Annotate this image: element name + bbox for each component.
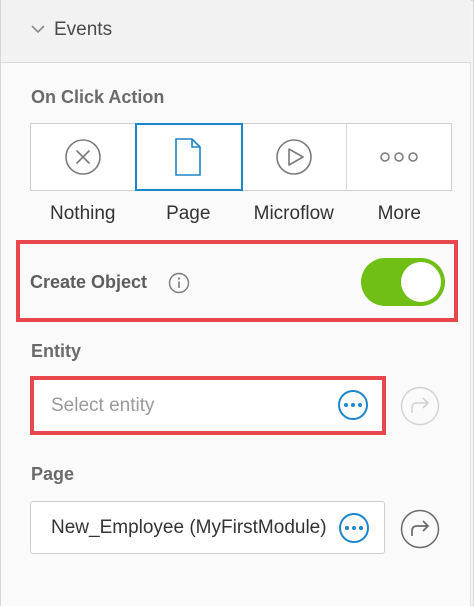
option-page[interactable] — [135, 123, 243, 191]
dot-icon — [351, 403, 355, 407]
page-field[interactable]: New_Employee (MyFirstModule) — [30, 501, 385, 554]
page-value: New_Employee (MyFirstModule) — [51, 517, 327, 538]
on-click-action-selector — [30, 123, 452, 191]
entity-placeholder: Select entity — [51, 395, 155, 416]
on-click-option-labels: Nothing Page Microflow More — [30, 203, 452, 227]
option-microflow-label[interactable]: Microflow — [241, 203, 347, 227]
dot-icon — [344, 403, 348, 407]
more-icon — [380, 152, 418, 162]
page-label: Page — [31, 464, 75, 484]
entity-field[interactable]: Select entity — [34, 380, 382, 431]
x-circle-icon — [65, 139, 101, 175]
page-icon — [175, 138, 202, 176]
option-more[interactable] — [347, 124, 451, 190]
dot-icon — [352, 526, 356, 530]
section-title: Events — [54, 19, 113, 40]
create-object-row: Create Object — [16, 240, 458, 322]
entity-label: Entity — [31, 341, 82, 361]
page-go-to-button[interactable] — [400, 509, 440, 549]
dot-icon — [345, 526, 349, 530]
go-to-arrow-icon — [400, 386, 440, 426]
option-nothing[interactable] — [31, 124, 137, 190]
option-page-label[interactable]: Page — [136, 203, 242, 227]
create-object-toggle[interactable] — [361, 258, 445, 306]
page-select-button[interactable] — [339, 513, 369, 543]
entity-go-to-button[interactable] — [400, 386, 440, 426]
play-circle-icon — [275, 139, 312, 175]
entity-select-button[interactable] — [338, 390, 368, 420]
toggle-knob — [401, 262, 441, 302]
option-nothing-label[interactable]: Nothing — [30, 203, 136, 227]
go-to-arrow-icon — [400, 509, 440, 549]
events-section-header[interactable]: Events — [1, 0, 471, 63]
dot-icon — [358, 403, 362, 407]
create-object-label: Create Object — [30, 272, 148, 292]
dot-icon — [359, 526, 363, 530]
on-click-action-label: On Click Action — [31, 87, 165, 107]
chevron-down-icon — [31, 25, 45, 34]
option-microflow[interactable] — [242, 124, 347, 190]
info-icon[interactable] — [168, 272, 190, 294]
option-more-label[interactable]: More — [347, 203, 453, 227]
